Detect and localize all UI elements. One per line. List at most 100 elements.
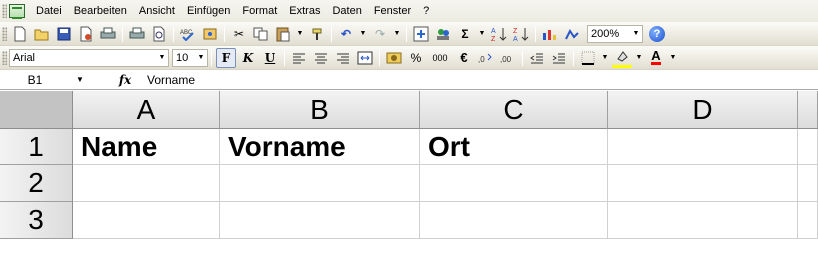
people-icon[interactable] xyxy=(433,24,453,44)
excel-app-icon[interactable] xyxy=(9,4,25,19)
menu-fenster[interactable]: Fenster xyxy=(369,2,418,20)
column-header-c[interactable]: C xyxy=(420,91,608,129)
menu-extras[interactable]: Extras xyxy=(284,2,327,20)
percent-style-button[interactable]: % xyxy=(406,48,426,68)
undo-icon[interactable]: ↶ xyxy=(336,24,356,44)
open-icon[interactable] xyxy=(32,24,52,44)
column-header-b[interactable]: B xyxy=(220,91,420,129)
chevron-down-icon[interactable]: ▼ xyxy=(630,26,642,42)
permission-icon[interactable] xyxy=(76,24,96,44)
cell-d2[interactable] xyxy=(608,165,798,202)
zoom-select[interactable]: 200% ▼ xyxy=(587,24,643,43)
menu-bearbeiten[interactable]: Bearbeiten xyxy=(69,2,134,20)
cut-icon[interactable]: ✂ xyxy=(229,24,249,44)
cell-e1[interactable] xyxy=(798,129,818,165)
chevron-down-icon[interactable]: ▼ xyxy=(391,26,403,42)
align-left-icon[interactable] xyxy=(289,48,309,68)
font-size-select[interactable]: 10 ▼ xyxy=(172,48,208,67)
chevron-down-icon[interactable]: ▼ xyxy=(476,26,488,42)
decrease-indent-icon[interactable] xyxy=(527,48,547,68)
cell-b3[interactable] xyxy=(220,202,420,239)
chevron-down-icon[interactable]: ▼ xyxy=(70,75,90,84)
menu-format[interactable]: Format xyxy=(237,2,284,20)
reference-icon[interactable] xyxy=(200,24,220,44)
chevron-down-icon[interactable]: ▼ xyxy=(195,50,207,66)
column-header-d[interactable]: D xyxy=(608,91,798,129)
menu-einfuegen[interactable]: Einfügen xyxy=(182,2,237,20)
italic-button[interactable]: K xyxy=(238,48,258,68)
print-preview-icon[interactable] xyxy=(127,24,147,44)
grip-handle[interactable] xyxy=(2,26,7,41)
grip-handle[interactable] xyxy=(2,50,7,65)
save-icon[interactable] xyxy=(54,24,74,44)
column-header-a[interactable]: A xyxy=(73,91,220,129)
paste-icon[interactable] xyxy=(273,24,293,44)
sort-ascending-icon[interactable]: AZ xyxy=(489,24,509,44)
borders-icon[interactable] xyxy=(578,48,598,68)
underline-button[interactable]: U xyxy=(260,48,280,68)
sort-descending-icon[interactable]: ZA xyxy=(511,24,531,44)
formatting-toolbar: Arial ▼ 10 ▼ F K U % 000 € ,0 ,00 ▼ ▼ A … xyxy=(0,46,818,70)
align-center-icon[interactable] xyxy=(311,48,331,68)
menu-help[interactable]: ? xyxy=(418,2,436,20)
font-size-value: 10 xyxy=(176,51,189,64)
bold-button[interactable]: F xyxy=(216,47,236,68)
font-name-select[interactable]: Arial ▼ xyxy=(9,48,169,67)
cell-e3[interactable] xyxy=(798,202,818,239)
menu-datei[interactable]: Datei xyxy=(31,2,69,20)
autosum-icon[interactable]: Σ xyxy=(455,24,475,44)
currency-style-icon[interactable] xyxy=(384,48,404,68)
cell-c3[interactable] xyxy=(420,202,608,239)
increase-indent-icon[interactable] xyxy=(549,48,569,68)
format-painter-icon[interactable] xyxy=(307,24,327,44)
chevron-down-icon[interactable]: ▼ xyxy=(156,50,168,66)
fill-color-icon[interactable] xyxy=(612,48,632,68)
formula-input[interactable]: Vorname xyxy=(145,71,818,89)
cell-b2[interactable] xyxy=(220,165,420,202)
research-icon[interactable] xyxy=(149,24,169,44)
cell-c2[interactable] xyxy=(420,165,608,202)
print-icon[interactable] xyxy=(98,24,118,44)
chevron-down-icon[interactable]: ▼ xyxy=(633,50,645,66)
row-header[interactable]: 1 xyxy=(0,129,73,165)
select-all-corner[interactable] xyxy=(0,91,73,129)
decrease-decimal-icon[interactable]: ,00 xyxy=(498,48,518,68)
help-icon[interactable]: ? xyxy=(649,25,665,42)
column-header-e[interactable] xyxy=(798,91,818,129)
name-box-value: B1 xyxy=(27,72,43,87)
chevron-down-icon[interactable]: ▼ xyxy=(599,50,611,66)
font-color-label: A xyxy=(651,48,661,65)
new-icon[interactable] xyxy=(10,24,30,44)
menu-ansicht[interactable]: Ansicht xyxy=(134,2,182,20)
row-header[interactable]: 2 xyxy=(0,165,73,202)
copy-icon[interactable] xyxy=(251,24,271,44)
cell-a3[interactable] xyxy=(73,202,220,239)
menu-daten[interactable]: Daten xyxy=(327,2,368,20)
euro-button[interactable]: € xyxy=(454,48,474,68)
increase-decimal-icon[interactable]: ,0 xyxy=(476,48,496,68)
cell-d3[interactable] xyxy=(608,202,798,239)
cell-a1[interactable]: Name xyxy=(73,129,220,165)
cell-a2[interactable] xyxy=(73,165,220,202)
spelling-icon[interactable]: ABC xyxy=(178,24,198,44)
chevron-down-icon[interactable]: ▼ xyxy=(667,50,679,66)
redo-icon[interactable]: ↷ xyxy=(370,24,390,44)
merge-center-icon[interactable] xyxy=(355,48,375,68)
cell-b1[interactable]: Vorname xyxy=(220,129,420,165)
drawing-icon[interactable] xyxy=(562,24,582,44)
separator xyxy=(522,49,523,66)
thousands-separator-button[interactable]: 000 xyxy=(428,48,452,68)
align-right-icon[interactable] xyxy=(333,48,353,68)
insert-function-button[interactable]: fx xyxy=(105,73,145,87)
chevron-down-icon[interactable]: ▼ xyxy=(357,26,369,42)
name-box[interactable]: B1 ▼ xyxy=(0,71,105,89)
grip-handle[interactable] xyxy=(2,4,7,18)
chevron-down-icon[interactable]: ▼ xyxy=(294,26,306,42)
insert-hyperlink-icon[interactable] xyxy=(411,24,431,44)
row-header[interactable]: 3 xyxy=(0,202,73,239)
cell-e2[interactable] xyxy=(798,165,818,202)
font-color-button[interactable]: A xyxy=(646,48,666,68)
cell-c1[interactable]: Ort xyxy=(420,129,608,165)
cell-d1[interactable] xyxy=(608,129,798,165)
chart-wizard-icon[interactable] xyxy=(540,24,560,44)
